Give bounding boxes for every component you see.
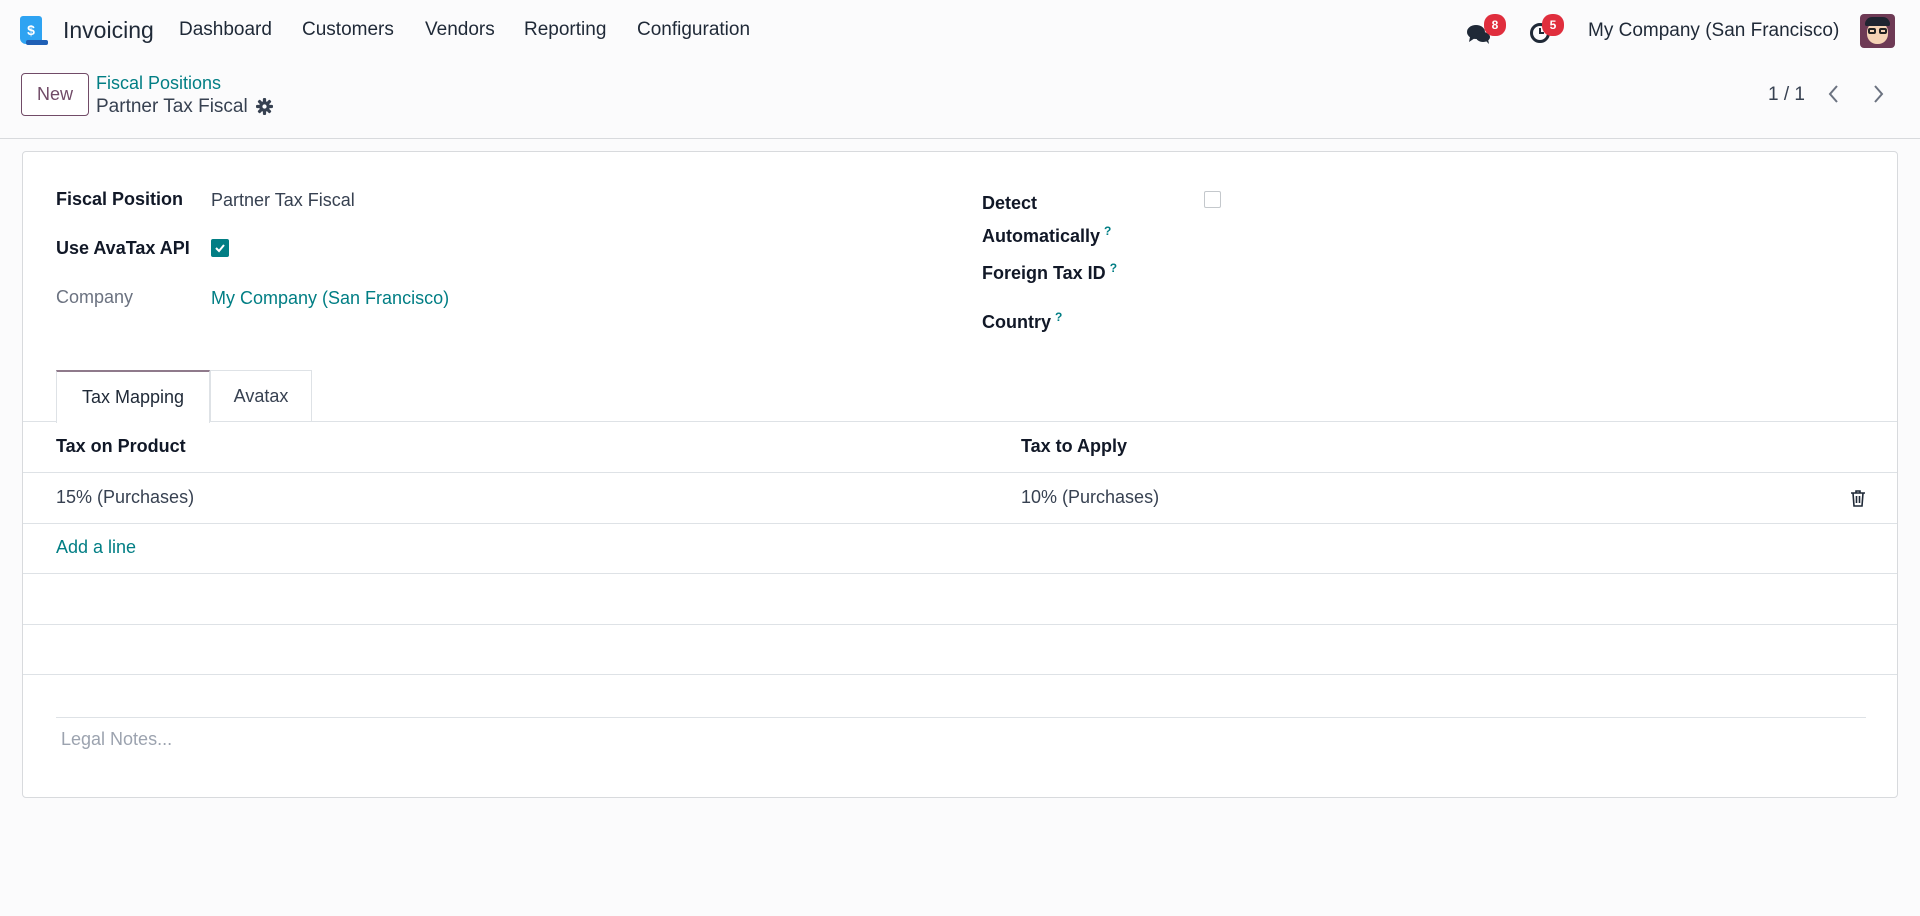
app-name[interactable]: Invoicing: [63, 17, 154, 44]
control-panel-divider: [0, 138, 1920, 139]
detect-label-line1: Detect: [982, 193, 1038, 213]
use-avatax-checkbox[interactable]: [211, 239, 229, 257]
menu-dashboard[interactable]: Dashboard: [179, 19, 272, 41]
row-divider: [23, 523, 1897, 524]
check-icon: [215, 244, 225, 253]
detect-label-line2: Automatically: [982, 226, 1101, 246]
breadcrumb-current: Partner Tax Fiscal: [96, 96, 248, 117]
country-label: Country?: [982, 310, 1062, 333]
help-icon[interactable]: ?: [1104, 224, 1111, 238]
legal-notes-field[interactable]: Legal Notes...: [61, 729, 172, 750]
previous-record-icon[interactable]: [1826, 83, 1842, 105]
fiscal-position-field[interactable]: Partner Tax Fiscal: [211, 190, 355, 211]
column-header-tax-to-apply[interactable]: Tax to Apply: [1021, 436, 1127, 457]
use-avatax-label: Use AvaTax API: [56, 238, 190, 258]
tax-to-apply-cell[interactable]: 10% (Purchases): [1021, 487, 1159, 508]
user-avatar[interactable]: [1860, 14, 1895, 48]
trash-icon[interactable]: [1850, 489, 1866, 507]
messages-badge: 8: [1484, 14, 1506, 36]
foreign-tax-id-text: Foreign Tax ID: [982, 263, 1106, 283]
legal-notes-divider: [56, 717, 1866, 718]
help-icon[interactable]: ?: [1110, 261, 1117, 275]
menu-vendors[interactable]: Vendors: [425, 19, 495, 41]
tax-on-product-cell[interactable]: 15% (Purchases): [56, 487, 194, 508]
detect-automatically-checkbox[interactable]: [1204, 191, 1221, 208]
next-record-icon[interactable]: [1870, 83, 1886, 105]
tab-avatax[interactable]: Avatax: [210, 370, 312, 422]
form-sheet: Fiscal Position Partner Tax Fiscal Use A…: [22, 151, 1898, 798]
menu-configuration[interactable]: Configuration: [637, 19, 750, 41]
detect-automatically-label: Detect Automatically?: [982, 189, 1111, 250]
company-switcher[interactable]: My Company (San Francisco): [1588, 20, 1839, 42]
top-navbar: $ Invoicing Dashboard Customers Vendors …: [0, 0, 1920, 60]
activities-button[interactable]: 5: [1528, 14, 1572, 44]
company-label: Company: [56, 287, 134, 307]
tab-tax-mapping[interactable]: Tax Mapping: [56, 370, 210, 423]
activities-badge: 5: [1542, 14, 1564, 36]
fiscal-position-label: Fiscal Position: [56, 189, 184, 209]
column-header-tax-on-product[interactable]: Tax on Product: [56, 436, 186, 457]
breadcrumb-fiscal-positions[interactable]: Fiscal Positions: [96, 73, 221, 94]
row-divider: [23, 674, 1897, 675]
messages-button[interactable]: 8: [1466, 14, 1510, 44]
menu-customers[interactable]: Customers: [302, 19, 394, 41]
help-icon[interactable]: ?: [1055, 310, 1062, 324]
country-text: Country: [982, 312, 1051, 332]
foreign-tax-id-label: Foreign Tax ID?: [982, 261, 1117, 284]
row-divider: [23, 624, 1897, 625]
add-a-line-link[interactable]: Add a line: [56, 537, 136, 558]
table-row[interactable]: 15% (Purchases) 10% (Purchases): [23, 473, 1897, 523]
row-divider: [23, 573, 1897, 574]
tabs-divider: [23, 421, 1897, 422]
company-field[interactable]: My Company (San Francisco): [211, 288, 449, 309]
pager-value[interactable]: 1 / 1: [1768, 84, 1805, 106]
gear-icon[interactable]: [256, 98, 273, 115]
new-button[interactable]: New: [21, 73, 89, 116]
invoicing-app-icon[interactable]: $: [20, 16, 48, 46]
menu-reporting[interactable]: Reporting: [524, 19, 606, 41]
